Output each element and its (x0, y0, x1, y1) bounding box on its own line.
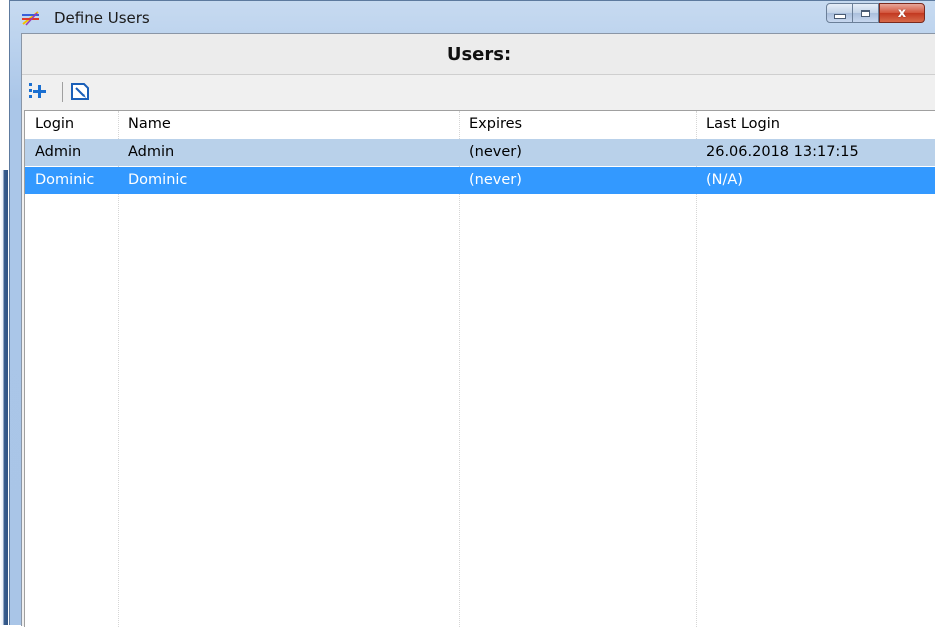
maximize-icon (861, 9, 870, 17)
minimize-button[interactable] (826, 3, 853, 23)
table-header: Login Name Expires Last Login (25, 111, 935, 138)
edit-user-button[interactable] (67, 79, 93, 103)
column-header-expires[interactable]: Expires (459, 111, 696, 138)
table-row-selected[interactable]: Dominic Dominic (never) (N/A) (25, 167, 935, 194)
cell-name: Admin (128, 144, 175, 160)
cell-login: Admin (35, 144, 82, 160)
toolbar-separator (62, 82, 63, 102)
column-header-last-login[interactable]: Last Login (696, 111, 935, 138)
maximize-button[interactable] (853, 3, 879, 23)
cell-expires: (never) (469, 144, 522, 160)
add-user-button[interactable] (25, 79, 51, 103)
column-header-login[interactable]: Login (25, 111, 118, 138)
cell-expires: (never) (469, 172, 522, 188)
edit-user-icon (71, 83, 89, 100)
define-users-window: Define Users x Users: Login Name Expires… (9, 0, 935, 627)
app-icon (22, 11, 39, 26)
cell-name: Dominic (128, 172, 188, 188)
minimize-icon (833, 13, 846, 19)
cell-last-login: 26.06.2018 13:17:15 (706, 144, 859, 160)
title-bar[interactable]: Define Users x (10, 1, 935, 33)
close-icon: x (897, 5, 907, 21)
client-area: Users: Login Name Expires Last Login Adm… (21, 33, 935, 627)
window-left-edge (0, 170, 8, 625)
table-row[interactable]: Admin Admin (never) 26.06.2018 13:17:15 (25, 139, 935, 166)
header-band: Users: (22, 34, 935, 75)
users-table[interactable]: Login Name Expires Last Login Admin Admi… (24, 110, 935, 627)
column-header-name[interactable]: Name (118, 111, 459, 138)
toolbar (22, 75, 935, 109)
window-controls: x (826, 3, 925, 25)
close-button[interactable]: x (879, 3, 925, 23)
cell-login: Dominic (35, 172, 95, 188)
add-user-icon (29, 83, 46, 98)
cell-last-login: (N/A) (706, 172, 743, 188)
window-title: Define Users (54, 9, 150, 27)
page-title: Users: (446, 43, 512, 65)
